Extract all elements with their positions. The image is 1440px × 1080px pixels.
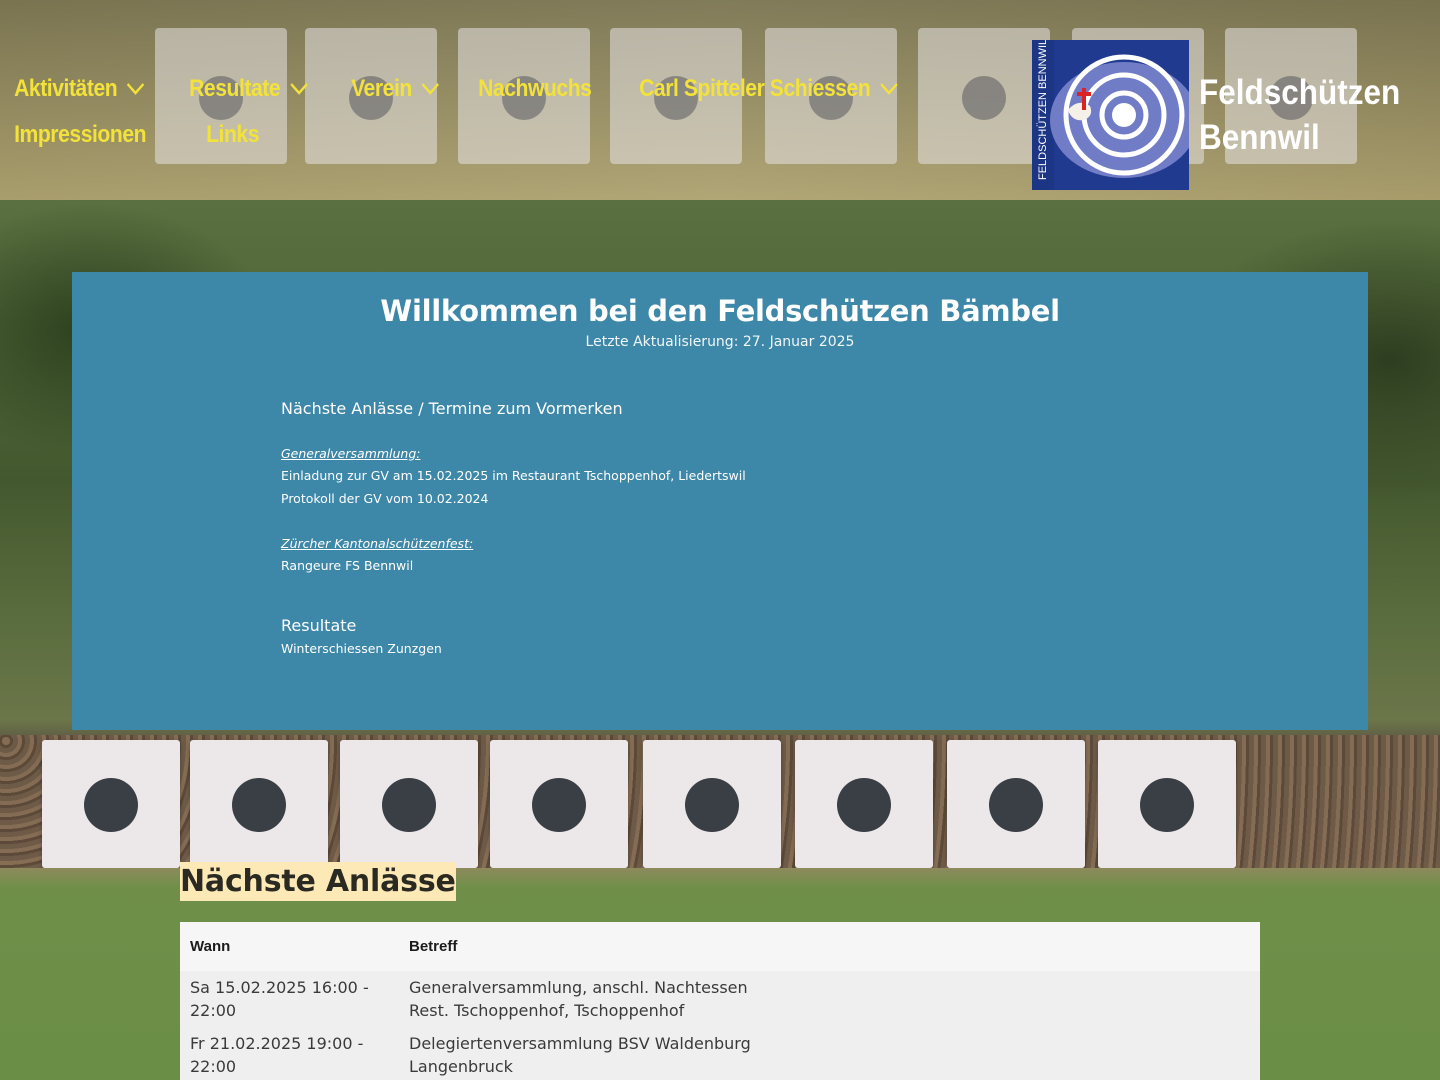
nav-item-impressionen[interactable]: Impressionen	[0, 121, 160, 149]
event-subject-line1: Generalversammlung, anschl. Nachtessen	[409, 978, 748, 997]
background-target	[795, 740, 933, 868]
logo-lettering: FELDSCHÜTZEN BENNWIL	[1037, 40, 1049, 180]
main-nav: Aktivitäten Resultate Verein Nachwuchs C…	[0, 66, 1010, 158]
background-target	[1098, 740, 1236, 868]
nav-item-label: Verein	[350, 75, 412, 102]
table-row: Sa 15.02.2025 16:00 - 22:00 Generalversa…	[180, 971, 1260, 1027]
nav-row-1: Aktivitäten Resultate Verein Nachwuchs C…	[0, 66, 1010, 112]
brand-name-line1: Feldschützen	[1199, 73, 1401, 112]
gv-protocol-link[interactable]: Protokoll der GV vom 10.02.2024	[281, 487, 1081, 510]
nav-item-label: Carl Spitteler Schiessen	[638, 75, 871, 102]
welcome-panel: Willkommen bei den Feldschützen Bämbel L…	[72, 272, 1368, 730]
table-header-row: Wann Betreff	[180, 922, 1260, 971]
events-title: Nächste Anlässe	[180, 862, 456, 901]
table-row: Fr 21.02.2025 19:00 - 22:00 Delegiertenv…	[180, 1027, 1260, 1080]
background-target	[490, 740, 628, 868]
chevron-down-icon	[290, 83, 308, 95]
column-header-subject: Betreff	[399, 922, 1260, 971]
gv-invitation-link[interactable]: Einladung zur GV am 15.02.2025 im Restau…	[281, 464, 1081, 487]
event-subject: Delegiertenversammlung BSV Waldenburg La…	[399, 1027, 1260, 1080]
background-target	[190, 740, 328, 868]
welcome-body: Nächste Anlässe / Termine zum Vormerken …	[281, 398, 1081, 660]
chevron-down-icon	[879, 83, 898, 95]
nav-item-links[interactable]: Links	[192, 121, 273, 149]
event-subject-line2: Langenbruck	[409, 1057, 513, 1076]
chevron-down-icon	[126, 83, 145, 95]
nav-item-nachwuchs[interactable]: Nachwuchs	[464, 75, 606, 103]
section-heading: Nächste Anlässe / Termine zum Vormerken	[281, 399, 623, 418]
nav-item-label: Nachwuchs	[477, 75, 592, 102]
event-subject-line2: Rest. Tschoppenhof, Tschoppenhof	[409, 1001, 685, 1020]
brand-name-line2: Bennwil	[1199, 118, 1320, 157]
nav-item-aktivitaeten[interactable]: Aktivitäten	[0, 75, 159, 103]
event-when: Sa 15.02.2025 16:00 - 22:00	[180, 971, 399, 1027]
club-logo-icon: FELDSCHÜTZEN BENNWIL	[1032, 40, 1189, 190]
site-header: Aktivitäten Resultate Verein Nachwuchs C…	[0, 0, 1440, 200]
event-when: Fr 21.02.2025 19:00 - 22:00	[180, 1027, 399, 1080]
background-target	[643, 740, 781, 868]
column-header-when: Wann	[180, 922, 399, 971]
nav-item-carl-spitteler-schiessen[interactable]: Carl Spitteler Schiessen	[625, 75, 913, 103]
chevron-down-icon	[421, 83, 439, 95]
page-title: Willkommen bei den Feldschützen Bämbel	[380, 294, 1060, 328]
background-target	[340, 740, 478, 868]
results-winterschiessen-link[interactable]: Winterschiessen Zunzgen	[281, 637, 1081, 660]
background-target	[42, 740, 180, 868]
results-heading: Resultate	[281, 616, 357, 635]
nav-item-verein[interactable]: Verein	[337, 75, 454, 103]
zkf-heading: Zürcher Kantonalschützenfest:	[281, 536, 474, 551]
event-subject: Generalversammlung, anschl. Nachtessen R…	[399, 971, 1260, 1027]
events-table: Wann Betreff Sa 15.02.2025 16:00 - 22:00…	[180, 922, 1260, 1080]
event-subject-line1: Delegiertenversammlung BSV Waldenburg	[409, 1034, 751, 1053]
background-target	[947, 740, 1085, 868]
zkf-rankings-link[interactable]: Rangeure FS Bennwil	[281, 554, 1081, 577]
nav-item-resultate[interactable]: Resultate	[175, 75, 322, 103]
nav-row-2: Impressionen Links	[0, 112, 1010, 158]
brand-name: Feldschützen Bennwil	[1199, 70, 1400, 190]
nav-item-label: Links	[206, 121, 260, 148]
gv-heading: Generalversammlung:	[281, 446, 421, 461]
brand[interactable]: FELDSCHÜTZEN BENNWIL Feldschützen Bennwi…	[1032, 40, 1423, 190]
nav-item-label: Impressionen	[14, 121, 147, 148]
nav-item-label: Aktivitäten	[14, 75, 118, 102]
nav-item-label: Resultate	[189, 75, 281, 102]
last-updated: Letzte Aktualisierung: 27. Januar 2025	[585, 334, 855, 350]
